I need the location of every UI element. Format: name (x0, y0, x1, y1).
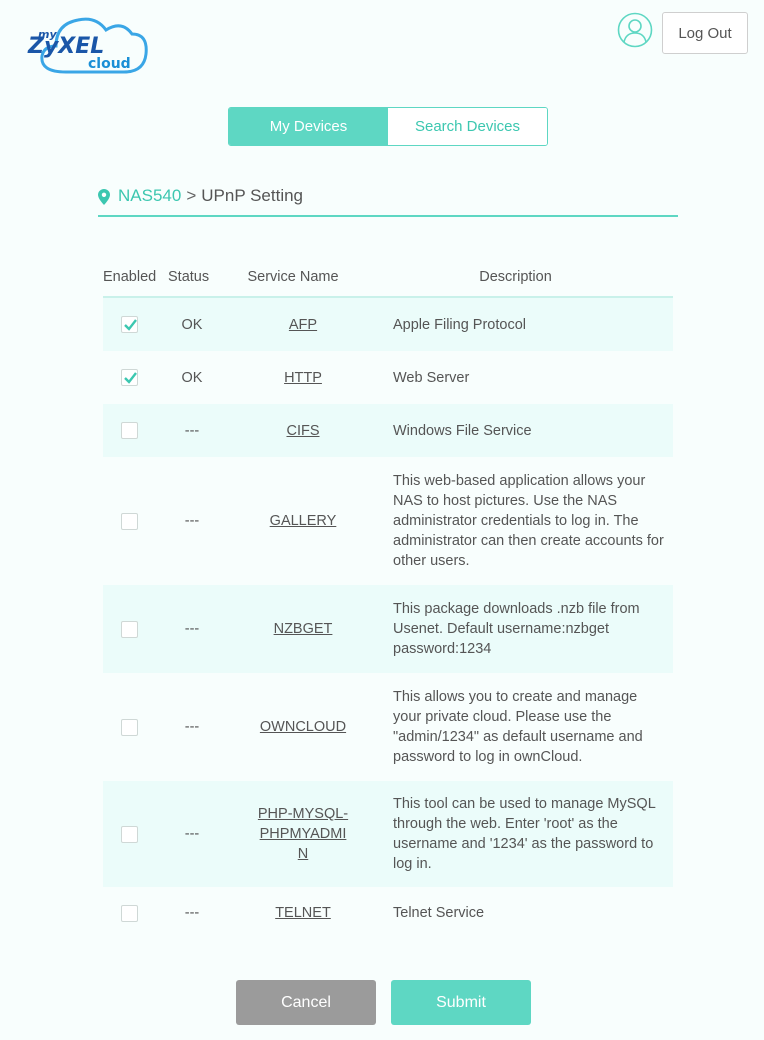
service-status: --- (184, 621, 200, 637)
enabled-checkbox[interactable] (120, 512, 138, 530)
service-status: OK (181, 369, 203, 386)
service-name-link[interactable]: HTTP (284, 370, 322, 386)
breadcrumb-device-link[interactable]: NAS540 (118, 186, 181, 206)
logout-button[interactable]: Log Out (662, 12, 748, 54)
breadcrumb-separator: > (186, 186, 197, 205)
service-description: This web-based application allows your N… (393, 473, 664, 569)
device-tabs: My Devices Search Devices (228, 107, 548, 146)
service-description: Web Server (393, 369, 470, 386)
service-status: OK (181, 316, 203, 333)
cancel-button[interactable]: Cancel (236, 980, 376, 1025)
table-header: Enabled Status Service Name Description (103, 258, 673, 298)
service-description: Windows File Service (393, 422, 532, 439)
service-description: This package downloads .nzb file from Us… (393, 601, 640, 657)
location-pin-icon (98, 189, 110, 205)
header-status: Status (168, 269, 210, 285)
table-row: --- GALLERY This web-based application a… (103, 457, 673, 585)
upnp-setting-page: my ZyXEL cloud Log Out My Devices Search… (0, 0, 764, 1040)
table-row: --- TELNET Telnet Service (103, 887, 673, 939)
table-row: --- CIFS Windows File Service (103, 404, 673, 457)
service-description: This tool can be used to manage MySQL th… (393, 796, 656, 872)
breadcrumb-current-page: UPnP Setting (201, 186, 304, 205)
service-name-link[interactable]: PHP-MYSQL-PHPMYADMIN (258, 806, 348, 862)
enabled-checkbox[interactable] (120, 904, 138, 922)
service-status: --- (184, 513, 200, 529)
checkmark-icon (123, 372, 137, 384)
submit-button[interactable]: Submit (391, 980, 531, 1025)
myzyxel-cloud-logo[interactable]: my ZyXEL cloud (26, 10, 150, 76)
enabled-checkbox[interactable] (120, 422, 138, 439)
tab-search-devices[interactable]: Search Devices (388, 108, 547, 145)
table-row: --- OWNCLOUD This allows you to create a… (103, 673, 673, 781)
breadcrumb: NAS540 > UPnP Setting (98, 186, 678, 217)
service-description: Telnet Service (393, 905, 485, 921)
user-profile-icon[interactable] (617, 12, 653, 48)
service-status: --- (184, 905, 200, 921)
service-status: --- (184, 719, 200, 735)
service-description: Apple Filing Protocol (393, 316, 526, 333)
enabled-checkbox[interactable] (120, 369, 138, 386)
upnp-services-table: Enabled Status Service Name Description … (103, 258, 673, 939)
header-description: Description (479, 269, 552, 285)
enabled-checkbox[interactable] (120, 825, 138, 843)
service-status: --- (184, 422, 200, 439)
service-status: --- (184, 826, 200, 842)
header-service-name: Service Name (247, 269, 339, 285)
table-row: OK HTTP Web Server (103, 351, 673, 404)
logo-cloud-text: cloud (88, 56, 131, 72)
tab-my-devices[interactable]: My Devices (229, 108, 388, 145)
table-row: --- NZBGET This package downloads .nzb f… (103, 585, 673, 673)
checkmark-icon (123, 319, 137, 331)
enabled-checkbox[interactable] (120, 620, 138, 638)
enabled-checkbox[interactable] (120, 316, 138, 333)
service-name-link[interactable]: OWNCLOUD (260, 719, 346, 735)
service-name-link[interactable]: GALLERY (270, 513, 337, 529)
service-name-link[interactable]: TELNET (275, 905, 331, 921)
service-name-link[interactable]: NZBGET (274, 621, 333, 637)
enabled-checkbox[interactable] (120, 718, 138, 736)
table-row: OK AFP Apple Filing Protocol (103, 298, 673, 351)
header-enabled: Enabled (103, 269, 157, 285)
service-name-link[interactable]: AFP (289, 317, 317, 333)
service-description: This allows you to create and manage you… (393, 689, 643, 765)
service-name-link[interactable]: CIFS (286, 423, 319, 439)
table-row: --- PHP-MYSQL-PHPMYADMIN This tool can b… (103, 781, 673, 887)
